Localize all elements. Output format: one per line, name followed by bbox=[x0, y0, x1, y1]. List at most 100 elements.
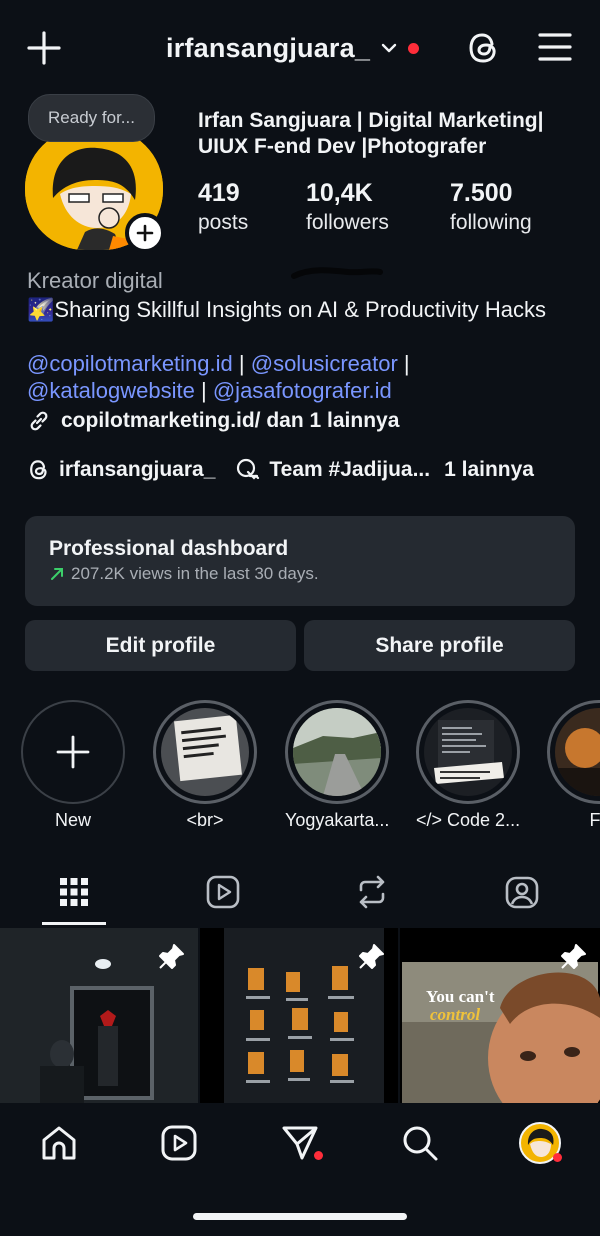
stat-value: 7.500 bbox=[450, 179, 513, 207]
stat-value: 419 bbox=[198, 179, 240, 207]
tab-tagged[interactable] bbox=[502, 872, 542, 912]
post-thumbnail[interactable] bbox=[200, 928, 398, 1103]
mention-link[interactable]: @copilotmarketing.id bbox=[27, 351, 233, 376]
highlight-ring bbox=[21, 700, 125, 804]
account-switcher[interactable]: irfansangjuara_ bbox=[166, 30, 420, 66]
threads-handle: irfansangjuara_ bbox=[59, 458, 216, 481]
reposts-icon bbox=[359, 875, 385, 909]
menu-icon[interactable] bbox=[538, 32, 572, 62]
threads-icon bbox=[30, 460, 47, 480]
tab-reels[interactable] bbox=[203, 872, 243, 912]
story-highlights: New <br> Yogyakarta... </> Code 2... F bbox=[0, 700, 600, 840]
highlight-yogyakarta[interactable]: Yogyakarta... bbox=[285, 700, 389, 831]
link-text: copilotmarketing.id/ dan 1 lainnya bbox=[61, 409, 400, 432]
mention-link[interactable]: @katalogwebsite bbox=[27, 378, 195, 403]
profile-stats: 419 posts 10,4K followers 7.500 followin… bbox=[0, 178, 600, 238]
highlight-label: Fil bbox=[589, 810, 600, 830]
threads-badge[interactable]: irfansangjuara_ bbox=[27, 457, 215, 483]
stat-label: followers bbox=[306, 211, 389, 234]
more-text: 1 lainnya bbox=[444, 458, 534, 481]
highlight-cover bbox=[555, 708, 600, 796]
profile-tabs bbox=[0, 862, 600, 928]
notification-dot bbox=[408, 42, 420, 54]
post-caption-line: You can't bbox=[426, 987, 495, 1006]
stat-label: posts bbox=[198, 211, 249, 234]
note-bubble[interactable]: Ready for... bbox=[28, 94, 155, 142]
tab-reposts[interactable] bbox=[352, 872, 392, 912]
highlight-label: <br> bbox=[186, 810, 224, 830]
separator: | bbox=[238, 351, 245, 376]
post-thumbnail[interactable] bbox=[0, 928, 198, 1103]
stat-value: 10,4K bbox=[306, 179, 373, 207]
home-icon bbox=[42, 1126, 76, 1160]
reels-icon bbox=[206, 875, 240, 909]
nav-reels[interactable] bbox=[157, 1121, 201, 1165]
stat-label: following bbox=[450, 211, 532, 234]
professional-dashboard[interactable]: Professional dashboard 207.2K views in t… bbox=[25, 516, 575, 606]
profile-notification-dot bbox=[553, 1153, 562, 1162]
edit-profile-button[interactable]: Edit profile bbox=[25, 620, 296, 671]
highlight-ring bbox=[547, 700, 600, 804]
channel-name: Team #Jadijua... bbox=[269, 458, 431, 481]
highlight-ring bbox=[153, 700, 257, 804]
mention-link[interactable]: @jasafotografer.id bbox=[213, 378, 392, 403]
mention-link[interactable]: @solusicreator bbox=[251, 351, 398, 376]
highlight-cover bbox=[293, 708, 381, 796]
bio-body: Sharing Skillful Insights on AI & Produc… bbox=[54, 297, 546, 322]
chevron-down-icon bbox=[381, 43, 397, 53]
grid-icon bbox=[60, 878, 88, 906]
active-tab-indicator bbox=[42, 922, 106, 925]
pin-icon bbox=[159, 944, 184, 969]
pin-icon bbox=[561, 944, 586, 969]
category-label: Kreator digital bbox=[27, 268, 163, 293]
stat-followers[interactable]: 10,4K followers bbox=[306, 178, 389, 238]
nav-home[interactable] bbox=[37, 1121, 81, 1165]
top-bar: irfansangjuara_ bbox=[0, 0, 600, 98]
highlight-fil[interactable]: Fil bbox=[547, 700, 600, 831]
link-icon bbox=[30, 411, 48, 431]
post-caption-line: control bbox=[430, 1005, 480, 1024]
highlight-new[interactable]: New bbox=[21, 700, 125, 831]
highlight-label: Yogyakarta... bbox=[285, 810, 390, 830]
trend-up-icon bbox=[51, 568, 63, 580]
search-icon bbox=[403, 1126, 438, 1161]
highlight-cover bbox=[424, 708, 512, 796]
plus-icon bbox=[56, 735, 90, 769]
bio-emoji: 🌠 bbox=[27, 297, 55, 322]
highlight-cover bbox=[161, 708, 249, 796]
tab-grid[interactable] bbox=[54, 872, 94, 912]
separator: | bbox=[201, 378, 207, 403]
highlight-code[interactable]: </> Code 2... bbox=[416, 700, 520, 831]
bio-mentions: @copilotmarketing.id | @solusicreator | … bbox=[27, 350, 587, 404]
post-thumbnail[interactable]: You can't control bbox=[400, 928, 600, 1103]
reels-icon bbox=[161, 1125, 197, 1161]
nav-search[interactable] bbox=[398, 1121, 442, 1165]
tagged-icon bbox=[505, 876, 539, 909]
highlight-ring bbox=[416, 700, 520, 804]
share-profile-button[interactable]: Share profile bbox=[304, 620, 575, 671]
website-link[interactable]: copilotmarketing.id/ dan 1 lainnya bbox=[27, 407, 399, 435]
more-badges[interactable]: 1 lainnya bbox=[444, 458, 534, 482]
stat-following[interactable]: 7.500 following bbox=[450, 178, 532, 238]
separator: | bbox=[403, 351, 410, 376]
views-text: 207.2K views in the last 30 days. bbox=[71, 564, 319, 583]
threads-icon[interactable] bbox=[465, 28, 503, 68]
redaction-scribble bbox=[291, 267, 383, 279]
full-name: Irfan Sangjuara | Digital Marketing| UIU… bbox=[198, 109, 544, 158]
pin-icon bbox=[359, 944, 384, 969]
home-indicator bbox=[193, 1213, 407, 1220]
channel-badge[interactable]: Team #Jadijua... bbox=[235, 457, 430, 483]
highlight-br[interactable]: <br> bbox=[153, 700, 257, 831]
threads-row: irfansangjuara_ Team #Jadijua... 1 lainn… bbox=[27, 455, 534, 485]
dashboard-subtitle: 207.2K views in the last 30 days. bbox=[49, 564, 551, 584]
dashboard-title: Professional dashboard bbox=[49, 537, 289, 560]
channel-chat-icon bbox=[237, 458, 260, 480]
bio-text: 🌠Sharing Skillful Insights on AI & Produ… bbox=[27, 296, 587, 323]
highlight-ring bbox=[285, 700, 389, 804]
username: irfansangjuara_ bbox=[166, 32, 371, 63]
create-plus-icon[interactable] bbox=[26, 30, 62, 66]
highlight-label: </> Code 2... bbox=[416, 810, 521, 830]
messages-notification-dot bbox=[314, 1151, 323, 1160]
stat-posts[interactable]: 419 posts bbox=[198, 178, 248, 238]
post-grid: You can't control bbox=[0, 928, 600, 1103]
